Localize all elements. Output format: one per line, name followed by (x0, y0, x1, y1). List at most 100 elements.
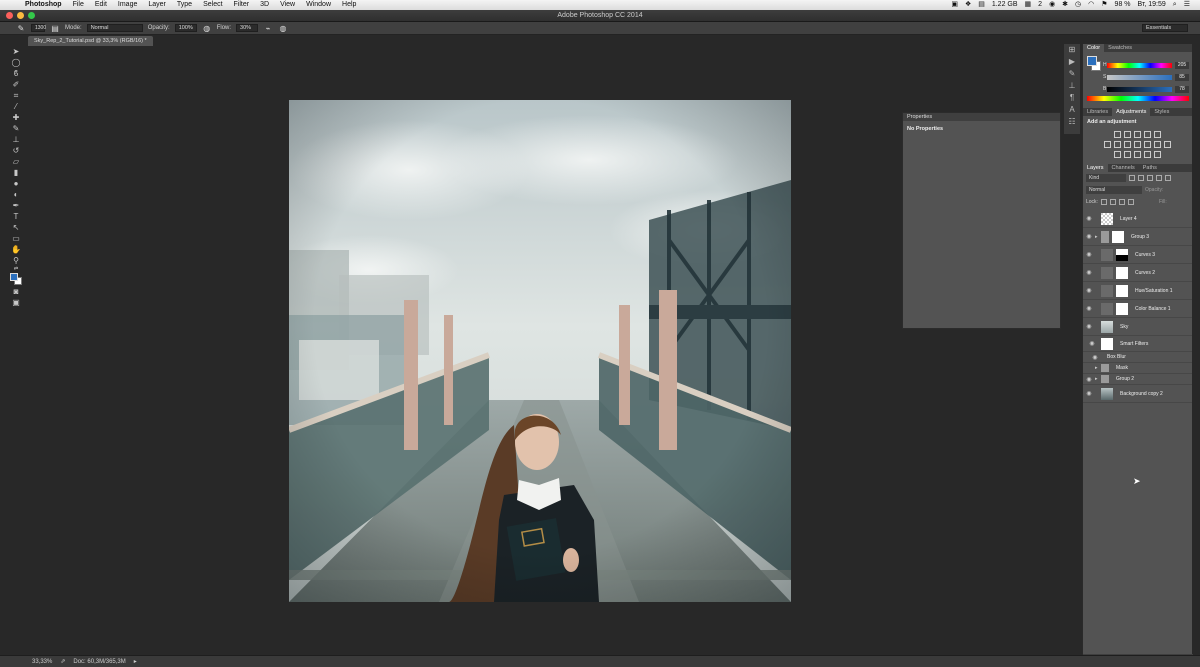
visibility-eye-icon[interactable]: ◉ (1083, 305, 1095, 312)
filter-pixel-icon[interactable] (1129, 175, 1135, 181)
brush-presets-icon[interactable]: ✎ (1064, 68, 1080, 80)
selective-color-adjust-icon[interactable] (1144, 151, 1151, 158)
layer-name[interactable]: Mask (1112, 365, 1128, 371)
lock-image-icon[interactable] (1109, 199, 1116, 205)
history-brush-icon[interactable]: ↺ (6, 145, 26, 156)
filter-shape-icon[interactable] (1156, 175, 1162, 181)
saturation-value[interactable]: 85 (1175, 74, 1189, 81)
marquee-tool-icon[interactable]: ◯ (6, 57, 26, 68)
flow-field[interactable]: 30% (236, 24, 259, 32)
export-icon[interactable]: ⇗ (60, 658, 65, 665)
tab-styles[interactable]: Styles (1150, 108, 1173, 116)
battery-status[interactable]: 98 % (1115, 0, 1131, 10)
visibility-eye-icon[interactable]: ◉ (1083, 376, 1095, 383)
stamp-tool-icon[interactable]: ⊥ (6, 134, 26, 145)
properties-panel-title[interactable]: Properties (903, 113, 1060, 121)
layer-name[interactable]: Group 3 (1127, 234, 1149, 240)
brightness-value[interactable]: 78 (1175, 86, 1189, 93)
visibility-eye-icon[interactable]: ◉ (1083, 323, 1095, 330)
menu-type[interactable]: Type (172, 0, 198, 10)
visibility-eye-icon[interactable]: ◉ (1083, 354, 1107, 361)
lasso-tool-icon[interactable]: ϐ (6, 68, 26, 79)
visibility-eye-icon[interactable]: ◉ (1083, 233, 1095, 240)
pressure-size-icon[interactable]: ◍ (278, 24, 288, 33)
doc-size[interactable]: Doc: 60,3M/365,3M (73, 659, 125, 665)
menu-select[interactable]: Select (198, 0, 228, 10)
layer-row[interactable]: ◉ ▸ Group 2 (1083, 374, 1192, 385)
smart-filters-row[interactable]: ◉ Smart Filters (1083, 336, 1192, 352)
hue-slider[interactable] (1107, 63, 1172, 68)
lock-all-icon[interactable] (1127, 199, 1134, 205)
color-lookup-adjust-icon[interactable] (1164, 141, 1171, 148)
crop-tool-icon[interactable]: ⌗ (6, 90, 26, 101)
layer-row[interactable]: ◉ Curves 2 (1083, 264, 1192, 282)
filter-row[interactable]: ◉ Box Blur (1083, 352, 1192, 363)
channel-mixer-adjust-icon[interactable] (1154, 141, 1161, 148)
airbrush-icon[interactable]: ⌁ (263, 24, 273, 33)
pressure-opacity-icon[interactable]: ◍ (202, 24, 212, 33)
curves-adjust-icon[interactable] (1134, 131, 1141, 138)
layer-row[interactable]: ◉ Layer 4 (1083, 210, 1192, 228)
healing-tool-icon[interactable]: ✚ (6, 112, 26, 123)
layer-name[interactable]: Background copy 2 (1116, 391, 1163, 397)
visibility-eye-icon[interactable]: ◉ (1083, 287, 1095, 294)
menu-window[interactable]: Window (301, 0, 337, 10)
camera-icon[interactable]: ▣ (951, 0, 958, 10)
layer-row[interactable]: ▸ Mask (1083, 363, 1192, 374)
layer-name[interactable]: Curves 3 (1131, 252, 1155, 258)
color-swatches[interactable] (6, 272, 26, 286)
layer-name[interactable]: Color Balance 1 (1131, 306, 1171, 312)
layer-row[interactable]: ◉ Sky (1083, 318, 1192, 336)
dropbox-icon[interactable]: ❖ (965, 0, 971, 10)
menu-edit[interactable]: Edit (90, 0, 113, 10)
zoom-tool-icon[interactable]: ⚲ (6, 255, 26, 266)
layer-name[interactable]: Hue/Saturation 1 (1131, 288, 1173, 294)
flag-icon[interactable]: ⚑ (1101, 0, 1107, 10)
visibility-eye-icon[interactable]: ◉ (1083, 251, 1095, 258)
screen-mode-icon[interactable]: ▣ (6, 297, 26, 308)
lock-transparent-icon[interactable] (1100, 199, 1107, 205)
notification-count[interactable]: 2 (1038, 0, 1042, 10)
bluetooth-icon[interactable]: ✱ (1062, 0, 1068, 10)
menu-layer[interactable]: Layer (143, 0, 172, 10)
notification-icon[interactable]: ▦ (1025, 0, 1032, 10)
path-select-tool-icon[interactable]: ↖ (6, 222, 26, 233)
menu-view[interactable]: View (275, 0, 301, 10)
visibility-eye-icon[interactable]: ◉ (1083, 340, 1101, 347)
filter-smart-object-icon[interactable] (1165, 175, 1171, 181)
type-tool-icon[interactable]: T (6, 211, 26, 222)
layer-filter-select[interactable]: Kind (1086, 174, 1126, 182)
eyedropper-tool-icon[interactable]: ⁄ (6, 101, 26, 112)
eraser-tool-icon[interactable]: ▱ (6, 156, 26, 167)
quick-select-tool-icon[interactable]: ✐ (6, 79, 26, 90)
menu-3d[interactable]: 3D (255, 0, 275, 10)
levels-adjust-icon[interactable] (1124, 131, 1131, 138)
hue-value[interactable]: 205 (1175, 62, 1189, 69)
zoom-level[interactable]: 33,33% (32, 659, 52, 665)
tab-swatches[interactable]: Swatches (1104, 44, 1136, 52)
blur-tool-icon[interactable]: ● (6, 178, 26, 189)
color-balance-adjust-icon[interactable] (1124, 141, 1131, 148)
layer-row[interactable]: ◉ Background copy 2 (1083, 385, 1192, 403)
tab-color[interactable]: Color (1083, 44, 1105, 52)
brightness-adjust-icon[interactable] (1114, 131, 1121, 138)
color-panel-foreground[interactable] (1087, 56, 1097, 66)
mode-select[interactable]: Normal (86, 24, 143, 32)
character-panel-icon[interactable]: A (1064, 104, 1080, 116)
pen-tool-icon[interactable]: ✒ (6, 200, 26, 211)
quick-mask-icon[interactable]: ◙ (6, 286, 26, 297)
brush-tool-icon[interactable]: ✎ (16, 24, 26, 33)
opacity-field[interactable]: 100% (174, 24, 197, 32)
layer-name[interactable]: Layer 4 (1116, 216, 1137, 222)
visibility-eye-icon[interactable]: ◉ (1083, 390, 1095, 397)
exposure-adjust-icon[interactable] (1144, 131, 1151, 138)
paragraph-panel-icon[interactable]: ¶ (1064, 92, 1080, 104)
filter-name[interactable]: Box Blur (1107, 354, 1126, 360)
properties-panel-icon[interactable]: ☷ (1064, 116, 1080, 128)
workspace-select[interactable]: Essentials (1142, 24, 1188, 32)
hand-tool-icon[interactable]: ✋ (6, 244, 26, 255)
visibility-eye-icon[interactable]: ◉ (1083, 269, 1095, 276)
brush-size-picker[interactable]: 1300 (31, 24, 46, 32)
gradient-map-adjust-icon[interactable] (1154, 131, 1161, 138)
datetime[interactable]: Вт, 19:59 (1138, 0, 1166, 10)
